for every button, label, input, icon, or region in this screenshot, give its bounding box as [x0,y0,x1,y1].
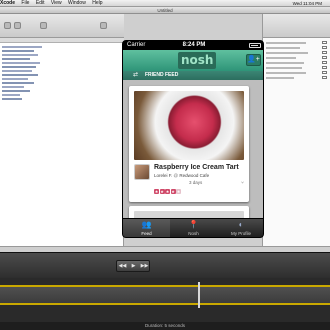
play-button[interactable]: ▶ [128,261,139,271]
dish-photo[interactable] [134,211,244,218]
duration-bar: Duration: 5 seconds [0,322,330,330]
editor-toolbar [0,14,124,38]
star-icon: ★ [170,189,176,194]
menu-view[interactable]: View [51,0,62,6]
dish-name[interactable]: Raspberry Ice Cream Tart [154,164,239,171]
avatar[interactable] [134,164,150,180]
profile-icon: ◐ [238,220,244,229]
fork-icon: ⑂ [240,180,244,186]
app-nav-bar: nosh 👤+ [123,50,263,71]
tab-nosh[interactable]: 📍 Nosh [170,219,217,237]
people-icon: 👥 [141,220,152,229]
fast-forward-button[interactable]: ▶▶ [139,261,150,271]
menu-xcode[interactable]: Xcode [0,0,15,6]
editor-window [0,14,124,246]
window-title-bar[interactable]: Untitled [0,7,330,14]
rating-stars: ★ ★ ★ ★ ★ [154,180,182,194]
breakpoints-button[interactable] [100,22,107,29]
app-tab-bar: 👥 Feed 📍 Nosh ◐ My Profile [123,218,263,237]
dish-photo[interactable] [134,91,244,160]
pin-icon: 📍 [188,220,199,229]
tab-feed[interactable]: 👥 Feed [123,219,170,237]
user-name[interactable]: Lorelei F. [154,173,172,178]
tab-nosh-label: Nosh [188,231,199,236]
section-title: FRIEND FEED [145,72,179,78]
star-icon: ★ [154,189,159,194]
at-symbol: @ [173,173,179,178]
inspector-window [262,14,330,246]
iphone-simulator[interactable]: Carrier 8:24 PM nosh 👤+ ⇄ FRIEND FEED Ra… [122,40,264,238]
section-header: ⇄ FRIEND FEED [123,71,263,80]
playhead[interactable] [198,282,200,308]
star-icon: ★ [159,189,165,194]
editor-tab-bar[interactable] [0,38,124,43]
player-bar [0,252,330,278]
feed-icon: ⇄ [133,72,139,78]
status-bar: Carrier 8:24 PM [123,41,263,50]
add-friend-icon: 👤+ [247,56,260,63]
post-age: 3 days [189,180,203,185]
tab-profile-label: My Profile [230,231,251,236]
friend-feed[interactable]: Raspberry Ice Cream Tart Lorelei F. @ Re… [123,80,263,218]
feed-card[interactable]: Raspberry Ice Cream Tart Lorelei F. @ Re… [129,86,249,202]
menu-clock: Wed 11:04 PM [292,1,322,6]
feed-card[interactable] [129,206,249,218]
star-icon: ★ [165,189,170,194]
menu-window[interactable]: Window [68,0,86,6]
tab-feed-label: Feed [141,231,152,236]
inspector-toolbar [263,14,330,38]
menu-help[interactable]: Help [92,0,102,6]
rewind-button[interactable]: ◀◀ [117,261,128,271]
add-friend-button[interactable]: 👤+ [246,54,261,66]
star-icon: ★ [176,189,181,194]
run-button[interactable] [4,22,11,29]
menu-edit[interactable]: Edit [36,0,45,6]
window-title: Untitled [157,8,173,13]
dish-meta: Lorelei F. @ Redwood Cafe [154,173,209,178]
menu-file[interactable]: File [21,0,29,6]
scheme-button[interactable] [40,22,47,29]
status-clock: 8:24 PM [182,42,206,48]
tab-my-profile[interactable]: ◐ My Profile [217,219,263,237]
app-logo: nosh [178,52,217,69]
duration-label: Duration: 5 seconds [144,323,186,328]
stop-button[interactable] [14,22,21,29]
menu-bar: Xcode File Edit View Window Help Wed 11:… [0,0,330,7]
playback-controls: ◀◀ ▶ ▶▶ [116,260,150,272]
timeline-track[interactable] [0,285,330,305]
battery-icon [249,43,261,48]
place-name[interactable]: Redwood Cafe [179,173,209,178]
